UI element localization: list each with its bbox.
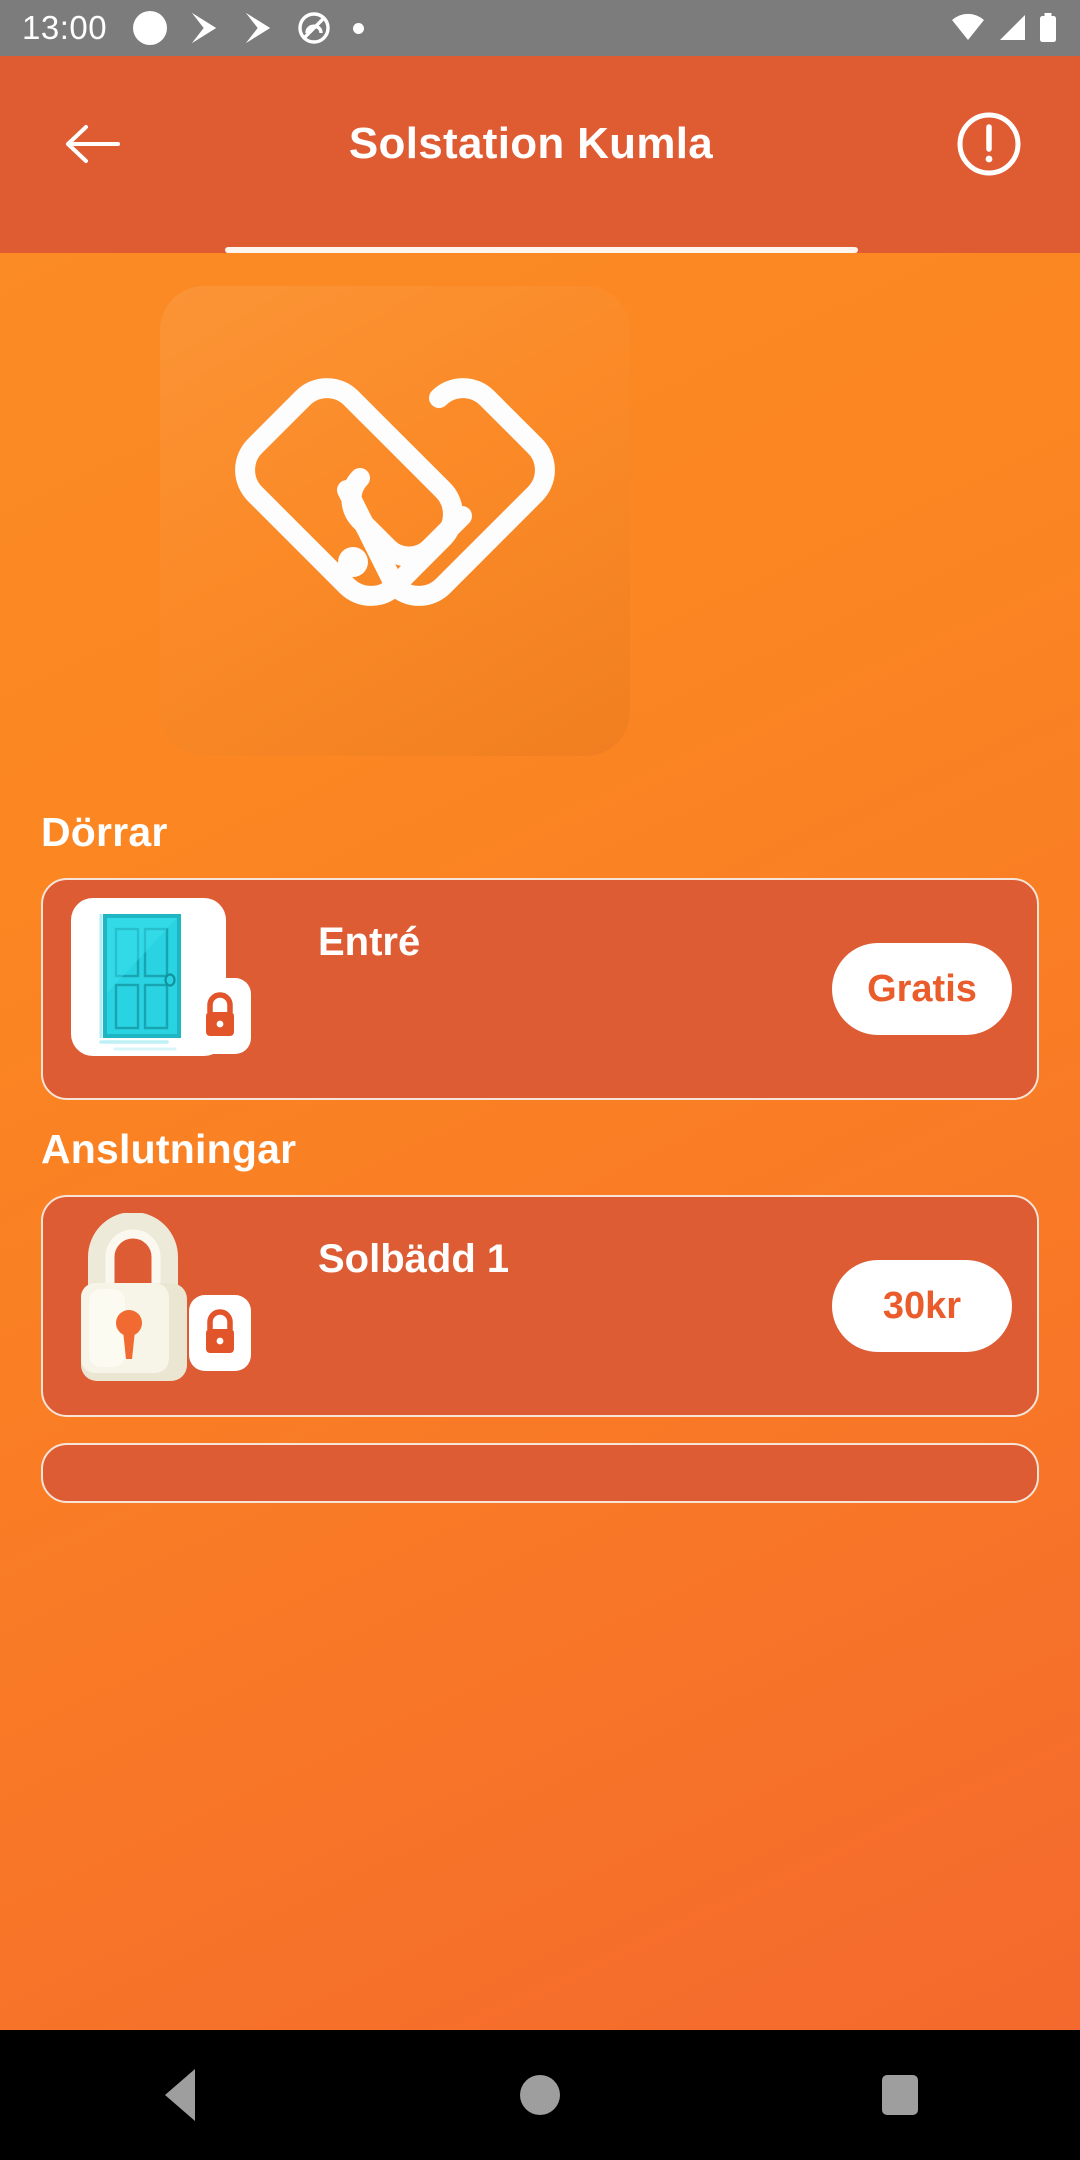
page-title: Solstation Kumla	[348, 119, 714, 168]
android-navigation-bar	[0, 2030, 1080, 2160]
lock-badge	[189, 1295, 251, 1371]
nav-home-icon	[520, 2075, 560, 2115]
tab-indicator	[225, 247, 858, 253]
info-button[interactable]	[934, 89, 1044, 199]
lock-badge	[189, 978, 251, 1054]
main-content: Dörrar Entré Gratis Anslutningar Solbädd…	[0, 253, 1080, 2030]
battery-icon	[1040, 13, 1056, 42]
status-bar: 13:00	[0, 0, 1080, 56]
status-bar-clock: 13:00	[22, 9, 108, 46]
heart-handshake-logo	[235, 378, 555, 606]
list-item-title: Solbädd 1	[318, 1237, 510, 1281]
hero-section	[0, 253, 1080, 783]
circle-icon	[133, 11, 168, 45]
section-title-connections: Anslutningar	[41, 1126, 297, 1172]
price-label: Gratis	[867, 967, 977, 1010]
nav-recents-button[interactable]	[825, 2030, 975, 2160]
no-ads-icon	[298, 12, 330, 44]
price-button[interactable]: Gratis	[832, 943, 1012, 1035]
play-store-icon	[246, 13, 271, 43]
list-item-partial[interactable]	[41, 1443, 1039, 1503]
thumbnail-wrapper	[71, 898, 271, 1074]
dot-icon	[353, 22, 365, 34]
padlock-icon	[206, 992, 234, 1036]
thumbnail-wrapper	[71, 1213, 271, 1391]
signal-icon	[1000, 15, 1025, 40]
play-store-icon	[192, 13, 217, 43]
arrow-left-icon	[66, 125, 120, 163]
status-bar-system-icons	[950, 12, 1058, 44]
app-bar: Solstation Kumla	[0, 56, 1080, 253]
price-button[interactable]: 30kr	[832, 1260, 1012, 1352]
phone-screen: 13:00 Solstation Kumla Dörrar Entré Grat…	[0, 0, 1080, 2160]
status-bar-notification-icons	[133, 11, 365, 45]
exclamation-circle-icon	[957, 112, 1021, 176]
wifi-icon	[952, 13, 984, 40]
price-label: 30kr	[882, 1284, 962, 1327]
nav-back-button[interactable]	[105, 2030, 255, 2160]
padlock-icon	[206, 1309, 234, 1353]
section-title-doors: Dörrar	[41, 809, 168, 855]
logo-dot-icon	[338, 547, 368, 577]
list-item-solbadd-1[interactable]: Solbädd 1 30kr	[41, 1195, 1039, 1417]
list-item-entre[interactable]: Entré Gratis	[41, 878, 1039, 1100]
nav-back-icon	[165, 2069, 195, 2121]
list-item-title: Entré	[318, 920, 421, 964]
nav-recents-icon	[882, 2075, 918, 2115]
nav-home-button[interactable]	[465, 2030, 615, 2160]
